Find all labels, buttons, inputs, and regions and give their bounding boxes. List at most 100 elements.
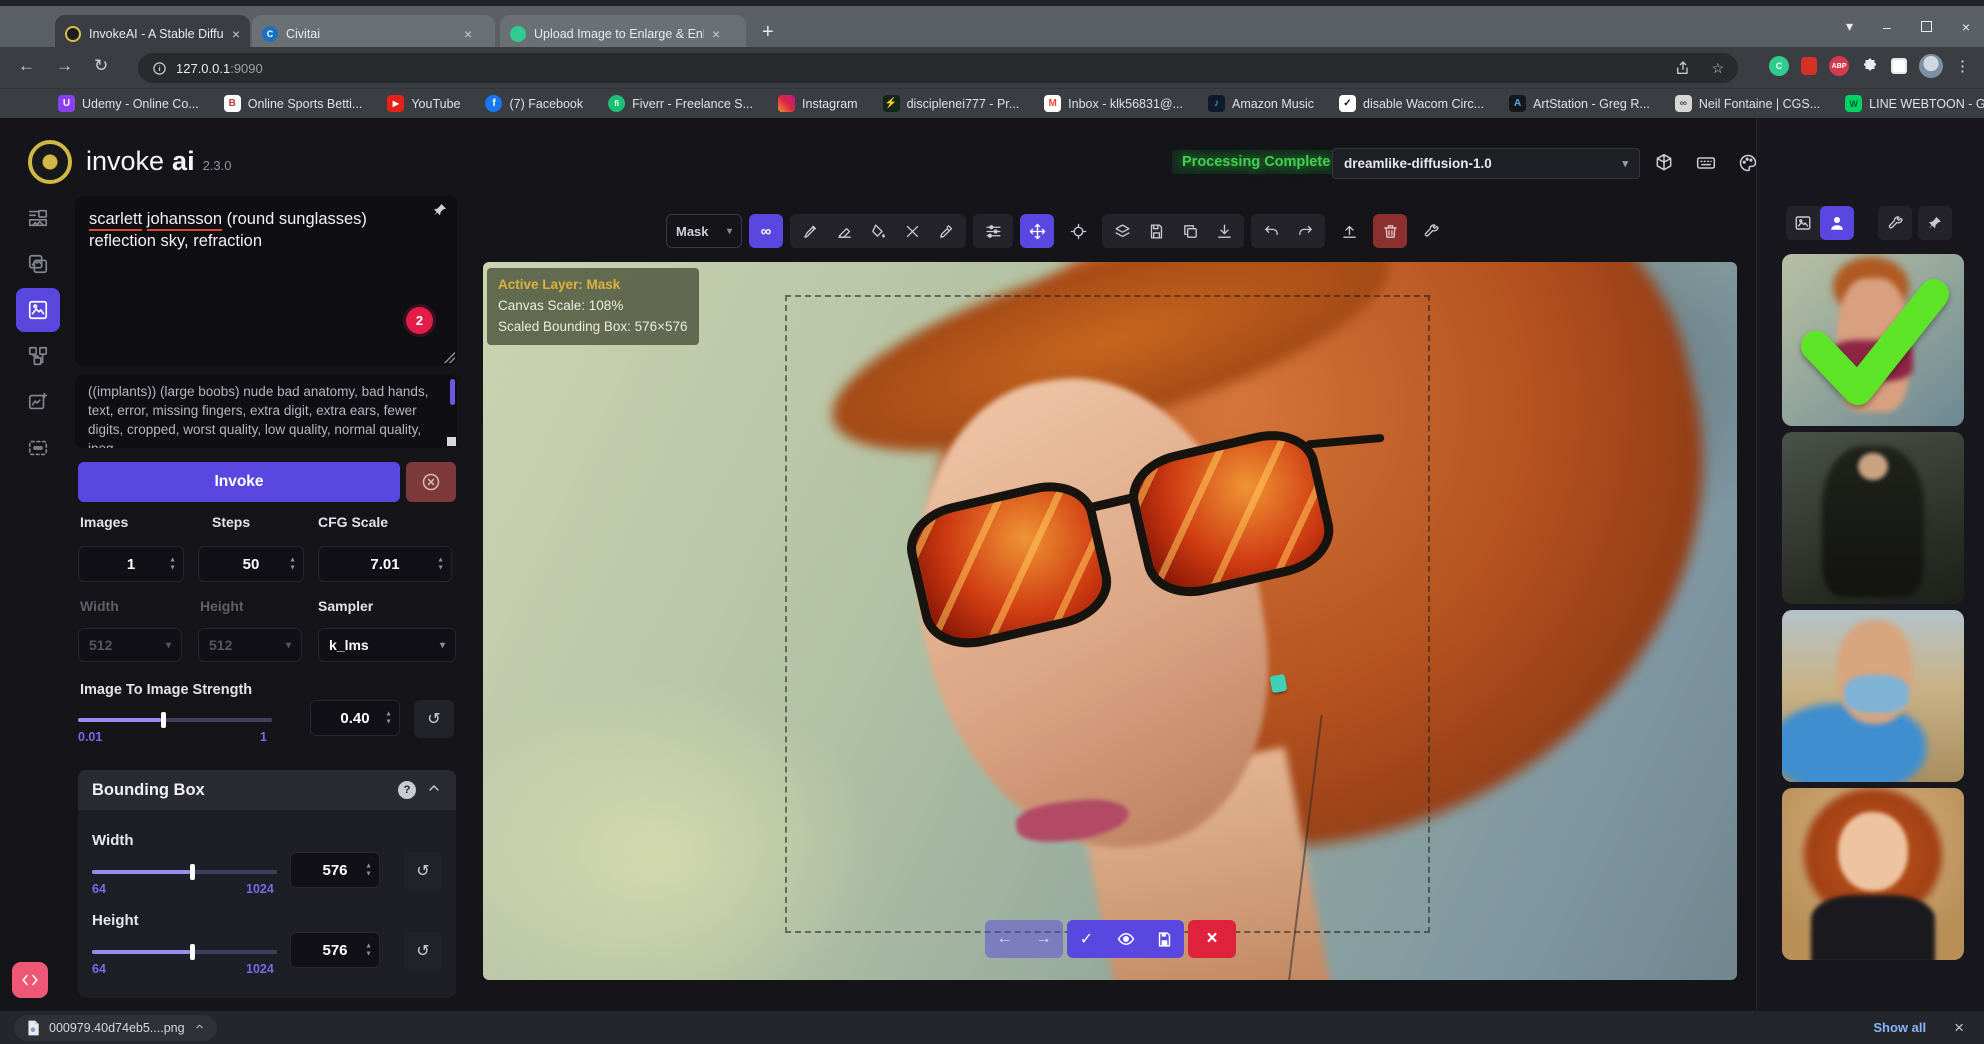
hotkeys-icon[interactable] [1692, 149, 1720, 177]
accept-image-button[interactable]: ✓ [1067, 920, 1106, 958]
copy-to-clipboard-button[interactable] [1173, 214, 1207, 248]
bbox-height-slider[interactable] [92, 950, 277, 954]
tab-search-icon[interactable]: ▾ [1846, 18, 1853, 35]
canvas-settings-button[interactable] [1414, 214, 1448, 248]
clear-canvas-button[interactable] [1373, 214, 1407, 248]
save-staging-button[interactable] [1145, 920, 1184, 958]
stepper-icon[interactable]: ▲▼ [169, 557, 176, 572]
show-all-link[interactable]: Show all [1873, 1020, 1926, 1035]
negative-resize-handle[interactable] [447, 437, 456, 446]
stepper-icon[interactable]: ▲▼ [289, 557, 296, 572]
download-image-button[interactable] [1207, 214, 1241, 248]
bookmark-instagram[interactable]: Instagram [778, 95, 858, 112]
bookmark-artstation[interactable]: AArtStation - Greg R... [1509, 95, 1650, 112]
toggle-visibility-button[interactable] [1106, 920, 1145, 958]
bookmark-amazon-music[interactable]: ♪Amazon Music [1208, 95, 1314, 112]
model-select[interactable]: dreamlike-diffusion-1.0 ▾ [1332, 148, 1640, 179]
next-image-button[interactable]: → [1024, 920, 1063, 958]
mask-options-button[interactable]: ∞ [749, 214, 783, 248]
invoke-button[interactable]: Invoke [78, 462, 400, 502]
site-info-icon[interactable] [152, 61, 167, 76]
bbox-width-input[interactable]: 576▲▼ [290, 852, 380, 888]
tab-unified-canvas[interactable] [16, 288, 60, 332]
slider-thumb[interactable] [190, 864, 195, 880]
bbox-width-reset-button[interactable]: ↺ [404, 852, 442, 890]
bookmark-sports[interactable]: BOnline Sports Betti... [224, 95, 363, 112]
tab-post-processing[interactable] [16, 380, 60, 424]
bbox-width-slider[interactable] [92, 870, 277, 874]
tab-close-icon[interactable]: × [232, 27, 240, 41]
download-item[interactable]: 000979.40d74eb5....png [14, 1015, 217, 1041]
gallery-settings-button[interactable] [1878, 206, 1912, 240]
bookmark-star-icon[interactable]: ☆ [1711, 60, 1724, 77]
tab-close-icon[interactable]: × [464, 27, 472, 41]
bookmark-facebook[interactable]: f(7) Facebook [485, 95, 583, 112]
bookmark-udemy[interactable]: UUdemy - Online Co... [58, 95, 199, 112]
redo-button[interactable] [1288, 214, 1322, 248]
slider-thumb[interactable] [190, 944, 195, 960]
bookmark-wacom[interactable]: ✓disable Wacom Circ... [1339, 95, 1484, 112]
stepper-icon[interactable]: ▲▼ [437, 557, 444, 572]
steps-input[interactable]: 50▲▼ [198, 546, 304, 582]
close-window-icon[interactable]: × [1962, 19, 1970, 35]
back-icon[interactable]: ← [18, 56, 35, 76]
brush-tool-button[interactable] [793, 214, 827, 248]
download-chevron-icon[interactable] [194, 1021, 205, 1035]
height-select[interactable]: 512▾ [198, 628, 302, 662]
share-icon[interactable] [1675, 60, 1691, 76]
gallery-thumbnail[interactable] [1782, 788, 1964, 960]
slider-thumb[interactable] [161, 712, 166, 728]
collapse-chevron-icon[interactable] [426, 780, 442, 801]
restore-icon[interactable] [1921, 21, 1932, 32]
erase-bounding-box-button[interactable] [895, 214, 929, 248]
cancel-button[interactable] [406, 462, 456, 502]
sampler-select[interactable]: k_lms▾ [318, 628, 456, 662]
discard-image-button[interactable]: × [1188, 920, 1236, 958]
bookmark-disciple[interactable]: ⚡disciplenei777 - Pr... [883, 95, 1020, 112]
width-select[interactable]: 512▾ [78, 628, 182, 662]
forward-icon[interactable]: → [56, 56, 73, 76]
tab-close-icon[interactable]: × [712, 27, 720, 41]
console-toggle-button[interactable] [12, 962, 48, 998]
images-input[interactable]: 1▲▼ [78, 546, 184, 582]
cfg-input[interactable]: 7.01▲▼ [318, 546, 452, 582]
strength-reset-button[interactable]: ↺ [414, 700, 454, 738]
brush-options-button[interactable] [976, 214, 1010, 248]
browser-menu-icon[interactable]: ⋮ [1955, 57, 1970, 75]
stepper-icon[interactable]: ▲▼ [365, 863, 372, 878]
minimize-icon[interactable]: – [1883, 19, 1891, 35]
extension-c-icon[interactable]: C [1769, 56, 1789, 76]
merge-visible-button[interactable] [1105, 214, 1139, 248]
bbox-height-input[interactable]: 576▲▼ [290, 932, 380, 968]
gallery-thumbnail[interactable] [1782, 432, 1964, 604]
tab-text-to-image[interactable] [16, 196, 60, 240]
tab-nodes[interactable] [16, 334, 60, 378]
stepper-icon[interactable]: ▲▼ [385, 711, 392, 726]
tab-training[interactable] [16, 426, 60, 470]
extensions-puzzle-icon[interactable] [1861, 57, 1879, 75]
strength-slider[interactable] [78, 718, 272, 722]
prompt-resize-handle[interactable] [444, 352, 455, 363]
prompt-input[interactable]: scarlett johansson (round sunglasses)ref… [75, 196, 457, 366]
move-tool-button[interactable] [1020, 214, 1054, 248]
close-shelf-icon[interactable]: × [1954, 1018, 1964, 1038]
bookmark-neil-fontaine[interactable]: ∞Neil Fontaine | CGS... [1675, 95, 1820, 112]
extension-pin-icon[interactable] [1801, 57, 1817, 75]
reading-mode-icon[interactable] [1891, 58, 1907, 74]
strength-input[interactable]: 0.40▲▼ [310, 700, 400, 736]
fill-bounding-box-button[interactable] [861, 214, 895, 248]
pin-icon[interactable] [432, 202, 448, 223]
adblock-icon[interactable]: ABP [1829, 56, 1849, 76]
bookmark-webtoon[interactable]: WLINE WEBTOON - G... [1845, 95, 1984, 112]
gallery-user-toggle[interactable] [1820, 206, 1854, 240]
bounding-box-selection[interactable] [785, 295, 1430, 933]
model-manager-icon[interactable] [1650, 149, 1678, 177]
save-to-gallery-button[interactable] [1139, 214, 1173, 248]
reload-icon[interactable]: ↻ [94, 56, 108, 76]
help-icon[interactable]: ? [398, 781, 416, 799]
gallery-pin-button[interactable] [1918, 206, 1952, 240]
reset-view-button[interactable] [1061, 214, 1095, 248]
eraser-tool-button[interactable] [827, 214, 861, 248]
address-bar[interactable]: 127.0.0.1:9090 ☆ [138, 53, 1738, 83]
color-picker-button[interactable] [929, 214, 963, 248]
